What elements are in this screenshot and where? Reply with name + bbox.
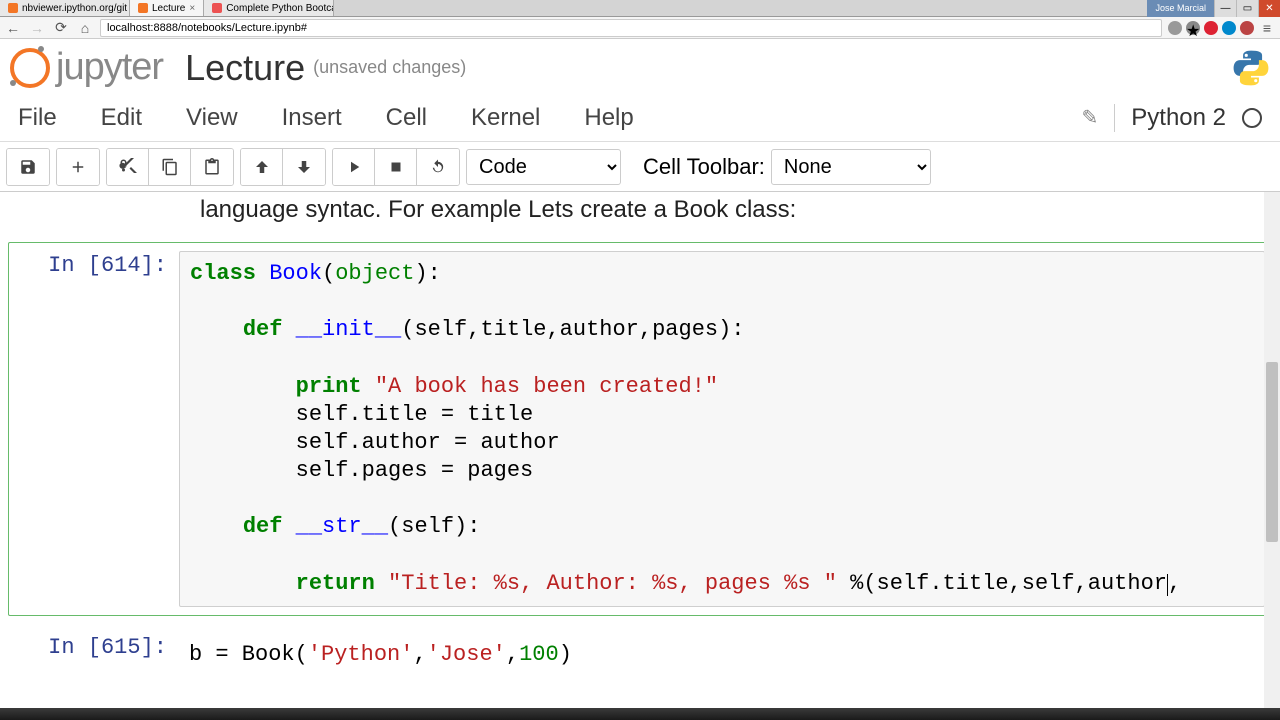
- markdown-text: language syntac. For example Lets create…: [8, 192, 1272, 242]
- chrome-menu-icon[interactable]: ≡: [1258, 19, 1276, 37]
- cell-type-select[interactable]: Code: [466, 149, 621, 185]
- favicon: [8, 3, 18, 13]
- back-button[interactable]: ←: [4, 19, 22, 37]
- menu-view[interactable]: View: [186, 104, 238, 132]
- extension-icon[interactable]: [1222, 21, 1236, 35]
- menu-help[interactable]: Help: [584, 104, 633, 132]
- cut-button[interactable]: [107, 149, 149, 185]
- forward-button[interactable]: →: [28, 19, 46, 37]
- menu-bar: File Edit View Insert Cell Kernel Help ✎…: [0, 94, 1280, 142]
- move-up-button[interactable]: [241, 149, 283, 185]
- scrollbar-track[interactable]: [1264, 192, 1280, 720]
- jupyter-logo-text: jupyter: [56, 46, 163, 89]
- reload-button[interactable]: ⟳: [52, 19, 70, 37]
- menu-file[interactable]: File: [18, 104, 57, 132]
- scrollbar-thumb[interactable]: [1266, 362, 1278, 542]
- toolbar: Code Cell Toolbar: None: [0, 142, 1280, 192]
- minimize-button[interactable]: —: [1214, 0, 1236, 17]
- python-logo-icon: [1232, 49, 1270, 87]
- menu-cell[interactable]: Cell: [386, 104, 427, 132]
- add-cell-button[interactable]: [57, 149, 99, 185]
- address-bar: ← → ⟳ ⌂ ★ ≡: [0, 17, 1280, 39]
- code-input-area[interactable]: class Book(object): def __init__(self,ti…: [179, 251, 1265, 607]
- paste-button[interactable]: [191, 149, 233, 185]
- save-button[interactable]: [7, 149, 49, 185]
- extension-icon[interactable]: [1204, 21, 1218, 35]
- maximize-button[interactable]: ▭: [1236, 0, 1258, 17]
- save-status: (unsaved changes): [313, 57, 466, 78]
- code-input-area[interactable]: b = Book('Python','Jose',100): [179, 633, 1265, 677]
- extension-icon[interactable]: ★: [1186, 21, 1200, 35]
- favicon: [138, 3, 148, 13]
- browser-tab-udemy[interactable]: Complete Python Bootca ×: [204, 0, 334, 16]
- jupyter-logo-icon: [10, 48, 50, 88]
- user-badge: Jose Marcial: [1147, 0, 1214, 17]
- cell-toolbar-label: Cell Toolbar:: [643, 154, 765, 180]
- browser-tab-strip: nbviewer.ipython.org/git × Lecture × Com…: [0, 0, 1280, 17]
- extension-icon[interactable]: [1168, 21, 1182, 35]
- code-cell[interactable]: In [614]: class Book(object): def __init…: [8, 242, 1272, 616]
- edit-icon[interactable]: ✎: [1082, 105, 1099, 130]
- menu-kernel[interactable]: Kernel: [471, 104, 540, 132]
- restart-button[interactable]: [417, 149, 459, 185]
- menu-edit[interactable]: Edit: [101, 104, 142, 132]
- kernel-name: Python 2: [1131, 104, 1226, 132]
- menu-insert[interactable]: Insert: [282, 104, 342, 132]
- move-down-button[interactable]: [283, 149, 325, 185]
- browser-tab-nbviewer[interactable]: nbviewer.ipython.org/git ×: [0, 0, 130, 16]
- jupyter-logo[interactable]: jupyter: [10, 46, 163, 89]
- browser-tab-lecture[interactable]: Lecture ×: [130, 0, 204, 16]
- tab-title: nbviewer.ipython.org/git: [22, 3, 127, 14]
- tab-title: Lecture: [152, 3, 185, 14]
- favicon: [212, 3, 222, 13]
- tab-title: Complete Python Bootca: [226, 3, 334, 14]
- home-button[interactable]: ⌂: [76, 19, 94, 37]
- url-input[interactable]: [100, 19, 1162, 37]
- run-button[interactable]: [333, 149, 375, 185]
- code-cell[interactable]: In [615]: b = Book('Python','Jose',100): [8, 624, 1272, 686]
- copy-button[interactable]: [149, 149, 191, 185]
- extension-icon[interactable]: [1240, 21, 1254, 35]
- notebook-name[interactable]: Lecture: [185, 47, 305, 89]
- close-window-button[interactable]: ✕: [1258, 0, 1280, 17]
- cell-prompt: In [615]:: [15, 633, 179, 677]
- tab-close-icon[interactable]: ×: [189, 3, 195, 14]
- windows-taskbar[interactable]: [0, 708, 1280, 720]
- cell-toolbar-select[interactable]: None: [771, 149, 931, 185]
- cell-prompt: In [614]:: [15, 251, 179, 607]
- stop-button[interactable]: [375, 149, 417, 185]
- notebook-container[interactable]: language syntac. For example Lets create…: [0, 192, 1280, 720]
- jupyter-header: jupyter Lecture (unsaved changes): [0, 39, 1280, 94]
- kernel-indicator-icon: [1242, 108, 1262, 128]
